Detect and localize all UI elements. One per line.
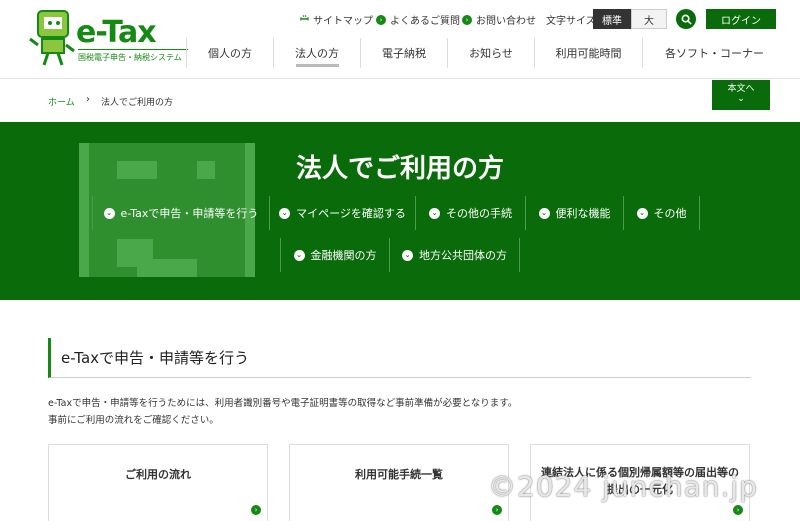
font-size-standard-button[interactable]: 標準	[593, 9, 631, 29]
page-title: 法人でご利用の方	[295, 154, 504, 184]
mascot-icon	[29, 10, 75, 66]
hero-link-financial-institutions[interactable]: ⌄ 金融機関の方	[280, 238, 390, 272]
logo-text: e-Tax	[76, 15, 157, 50]
card-title: 利用可能手続一覧	[355, 468, 443, 481]
font-size-label: 文字サイズ	[546, 16, 596, 27]
section-description: e-Taxで申告・申請等を行うためには、利用者識別番号や電子証明書等の取得など事…	[48, 398, 518, 409]
card-title: ご利用の流れ	[125, 468, 191, 481]
font-size-large-button[interactable]: 大	[631, 9, 667, 29]
breadcrumb-current: 法人でご利用の方	[101, 98, 174, 108]
section-heading: e-Taxで申告・申請等を行う	[48, 338, 751, 378]
chevron-right-circle-icon: ›	[462, 14, 472, 25]
breadcrumb-home[interactable]: ホーム	[48, 95, 75, 108]
hero-link-local-governments[interactable]: ⌄ 地方公共団体の方	[390, 238, 520, 272]
sitemap-link[interactable]: ꟷ̈ サイトマップ	[300, 12, 373, 27]
card-usage-flow[interactable]: ご利用の流れ ›	[48, 444, 268, 521]
main-nav: 個人の方 法人の方 電子納税 お知らせ 利用可能時間 各ソフト・コーナー	[186, 38, 786, 68]
hero-link-apply[interactable]: ⌄ e-Taxで申告・申請等を行う	[92, 196, 270, 230]
chevron-down-circle-icon: ⌄	[103, 207, 115, 219]
chevron-down-circle-icon: ⌄	[429, 207, 440, 219]
search-icon	[681, 14, 692, 25]
hero-link-other-procedures[interactable]: ⌄ その他の手続	[416, 196, 526, 230]
skip-to-content-button[interactable]: 本文へ ⌄	[712, 80, 770, 110]
search-button[interactable]	[676, 9, 696, 29]
chevron-down-circle-icon: ⌄	[636, 207, 648, 219]
section-note: 事前にご利用の流れをご確認ください。	[48, 415, 219, 426]
login-button[interactable]: ログイン	[706, 9, 776, 29]
chevron-down-circle-icon: ⌄	[402, 249, 413, 261]
hero-link-other[interactable]: ⌄ その他	[624, 196, 700, 230]
nav-e-payment[interactable]: 電子納税	[360, 38, 447, 68]
chevron-down-circle-icon: ⌄	[279, 207, 291, 219]
watermark: ©2024 junchan.jp	[488, 470, 758, 503]
logo-subtitle: 国税電子申告・納税システム	[78, 49, 188, 63]
hero-links-row2: ⌄ 金融機関の方 ⌄ 地方公共団体の方	[280, 238, 520, 272]
chevron-down-icon: ⌄	[737, 94, 745, 104]
chevron-right-circle-icon: ›	[376, 14, 386, 25]
sitemap-icon: ꟷ̈	[300, 13, 309, 26]
nav-available-hours[interactable]: 利用可能時間	[534, 38, 642, 68]
chevron-right-icon: ›	[86, 94, 90, 105]
hero-link-useful-features[interactable]: ⌄ 便利な機能	[526, 196, 624, 230]
chevron-down-circle-icon: ⌄	[293, 249, 305, 261]
chevron-down-circle-icon: ⌄	[538, 207, 550, 219]
nav-news[interactable]: お知らせ	[447, 38, 534, 68]
contact-link[interactable]: › お問い合わせ	[462, 12, 536, 27]
etax-logo[interactable]: e-Tax 国税電子申告・納税システム	[28, 9, 188, 69]
chevron-right-circle-icon: ›	[251, 505, 261, 515]
nav-individual[interactable]: 個人の方	[186, 38, 273, 68]
card-available-procedures[interactable]: 利用可能手続一覧 ›	[289, 444, 509, 521]
faq-link[interactable]: › よくあるご質問	[376, 12, 460, 27]
nav-corporate[interactable]: 法人の方	[273, 38, 360, 68]
hero-link-mypage[interactable]: ⌄ マイページを確認する	[270, 196, 416, 230]
hero-links-row1: ⌄ e-Taxで申告・申請等を行う ⌄ マイページを確認する ⌄ その他の手続 …	[92, 196, 700, 230]
nav-software-corner[interactable]: 各ソフト・コーナー	[642, 38, 786, 68]
chevron-right-circle-icon: ›	[492, 505, 502, 515]
chevron-right-circle-icon: ›	[733, 505, 743, 515]
